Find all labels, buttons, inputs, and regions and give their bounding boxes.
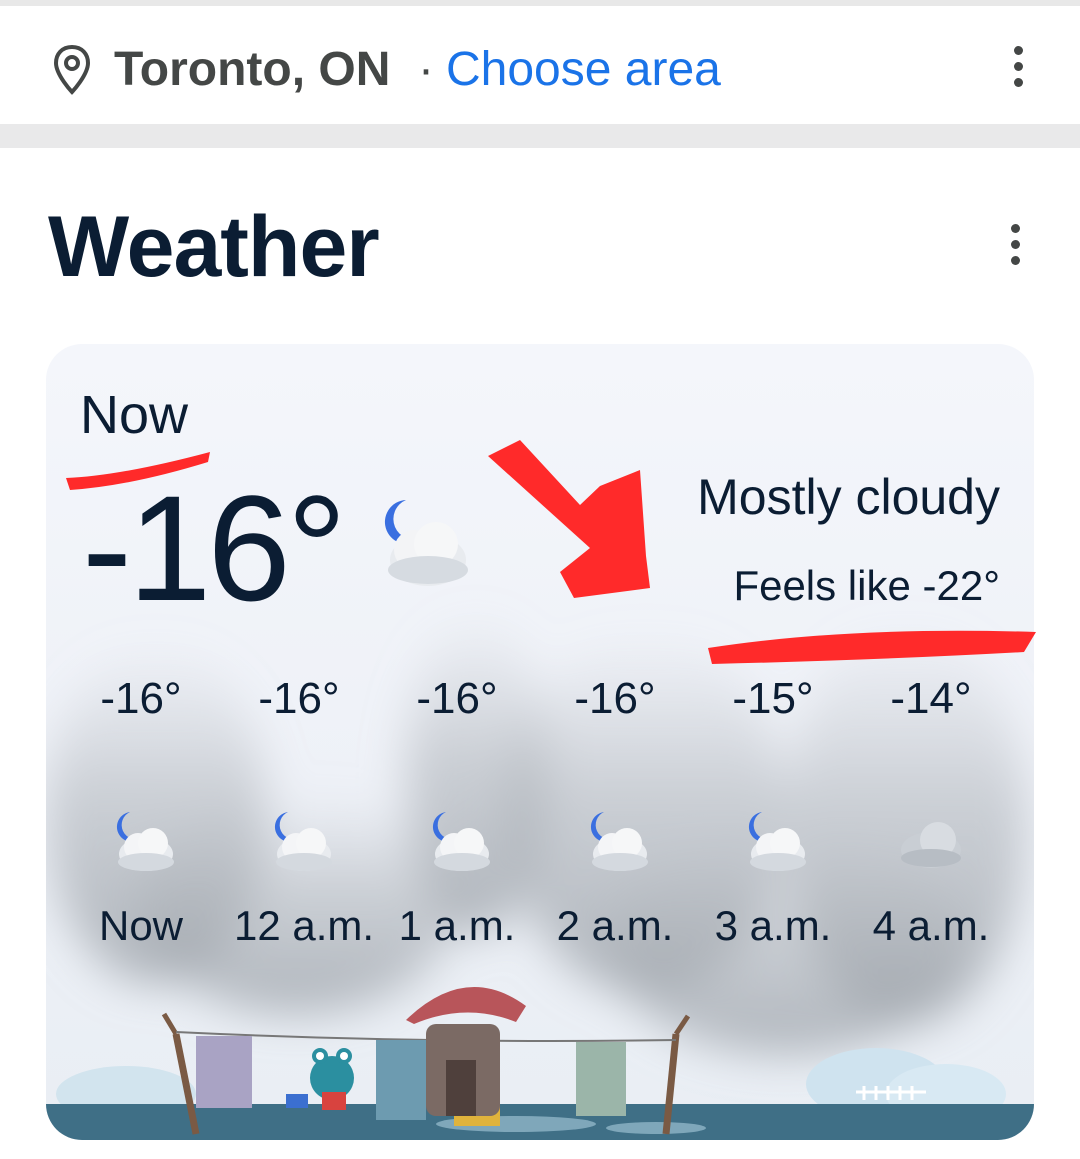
hourly-time: 1 a.m.: [398, 902, 516, 949]
hourly-item[interactable]: -16° 1 a.m.: [392, 674, 552, 954]
hourly-item[interactable]: -14° 4 a.m.: [866, 674, 1026, 954]
moon-cloud-icon: [590, 812, 648, 871]
location-separator: ·: [418, 43, 434, 96]
hourly-temperature: -16°: [416, 674, 498, 723]
hourly-temperature: -16°: [574, 674, 656, 723]
weather-more-options-icon[interactable]: [1008, 224, 1022, 268]
condition-text: Mostly cloudy: [697, 469, 1000, 525]
hourly-item[interactable]: -15° 3 a.m.: [708, 674, 868, 954]
hourly-temperature: -14°: [890, 674, 972, 723]
hourly-item[interactable]: 5: [1024, 674, 1034, 954]
hourly-item[interactable]: -16° 2 a.m.: [550, 674, 710, 954]
section-divider: [0, 124, 1080, 148]
hourly-time: 3 a.m.: [714, 902, 832, 949]
hourly-temperature: -16°: [100, 674, 182, 723]
hourly-item[interactable]: -16° Now: [76, 674, 236, 954]
rainy-doodle-scene: [46, 987, 1034, 1140]
choose-area-link[interactable]: Choose area: [446, 42, 721, 97]
location-city: Toronto, ON: [114, 43, 391, 96]
hourly-item[interactable]: -16° 12 a.m.: [234, 674, 394, 954]
hourly-time: 4 a.m.: [872, 902, 990, 949]
hourly-temperature: -15°: [732, 674, 814, 723]
hourly-time: 12 a.m.: [234, 902, 375, 949]
hourly-temperature: -16°: [258, 674, 340, 723]
feels-like-text: Feels like -22°: [733, 562, 1000, 609]
location-bar: Toronto, ON · Choose area: [0, 6, 1080, 124]
current-temperature: -16°: [82, 464, 347, 632]
moon-cloud-icon: [274, 812, 332, 871]
hourly-forecast[interactable]: -16° Now -16° 12 a.m. -16° 1 a.m. -16° 2…: [76, 674, 1034, 954]
cloud-icon: [901, 822, 961, 868]
weather-card[interactable]: Now -16° Mostly cloudy Feels like -22° -…: [46, 344, 1034, 1140]
hourly-time: 2 a.m.: [556, 902, 674, 949]
current-label: Now: [80, 385, 189, 445]
location-pin-icon: [53, 44, 91, 95]
moon-cloud-icon: [748, 812, 806, 871]
page-title: Weather: [48, 199, 380, 295]
location-more-options-icon[interactable]: [1011, 46, 1025, 90]
moon-cloud-icon: [432, 812, 490, 871]
moon-cloud-icon: [116, 812, 174, 871]
moon-cloud-icon: [384, 500, 468, 586]
hourly-time: Now: [98, 902, 184, 949]
